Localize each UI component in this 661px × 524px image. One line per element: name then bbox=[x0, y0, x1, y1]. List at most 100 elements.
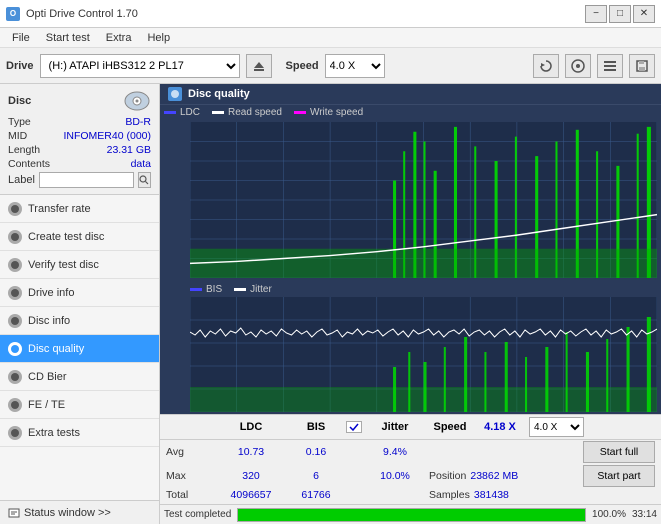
max-label: Max bbox=[166, 470, 216, 482]
mid-value: INFOMER40 (000) bbox=[63, 130, 151, 142]
max-jitter: 10.0% bbox=[365, 470, 425, 482]
contents-value: data bbox=[131, 158, 151, 170]
titlebar: O Opti Drive Control 1.70 − □ ✕ bbox=[0, 0, 661, 28]
top-legend: LDC Read speed Write speed bbox=[160, 105, 661, 120]
avg-jitter: 9.4% bbox=[365, 446, 425, 458]
position-label: Position bbox=[429, 470, 466, 482]
dq-icon bbox=[168, 87, 182, 101]
minimize-button[interactable]: − bbox=[585, 5, 607, 23]
menu-file[interactable]: File bbox=[4, 30, 38, 46]
sidebar-item-verify-test-disc[interactable]: Verify test disc bbox=[0, 251, 159, 279]
stats-header-ldc: LDC bbox=[216, 421, 286, 433]
sidebar: Disc Type BD-R MID INFOMER40 (000) Lengt… bbox=[0, 84, 160, 524]
app-icon: O bbox=[6, 7, 20, 21]
menubar: File Start test Extra Help bbox=[0, 28, 661, 48]
jitter-checkbox[interactable] bbox=[346, 421, 362, 433]
progress-bar-inner bbox=[238, 509, 585, 521]
disc-button[interactable] bbox=[565, 54, 591, 78]
write-label: Write speed bbox=[310, 107, 363, 118]
sidebar-item-transfer-rate[interactable]: Transfer rate bbox=[0, 195, 159, 223]
sidebar-item-disc-quality[interactable]: Disc quality bbox=[0, 335, 159, 363]
refresh-button[interactable] bbox=[533, 54, 559, 78]
content-area: Disc quality LDC Read speed Write speed bbox=[160, 84, 661, 524]
max-position: 23862 MB bbox=[470, 470, 518, 482]
eject-button[interactable] bbox=[246, 54, 272, 78]
disc-panel-title: Disc bbox=[8, 95, 31, 107]
total-label: Total bbox=[166, 489, 216, 501]
avg-label: Avg bbox=[166, 446, 216, 458]
label-label: Label bbox=[8, 174, 35, 186]
menu-help[interactable]: Help bbox=[139, 30, 178, 46]
titlebar-left: O Opti Drive Control 1.70 bbox=[6, 7, 138, 21]
read-label: Read speed bbox=[228, 107, 282, 118]
mid-label: MID bbox=[8, 130, 27, 142]
start-full-button[interactable]: Start full bbox=[583, 441, 655, 463]
bottom-chart-svg: 10 9 6 3 2 1 10% 8% 6% 4% 2% 0.0 bbox=[190, 297, 657, 412]
sidebar-item-fe-te[interactable]: FE / TE bbox=[0, 391, 159, 419]
close-button[interactable]: ✕ bbox=[633, 5, 655, 23]
settings-button[interactable] bbox=[597, 54, 623, 78]
progress-time: 33:14 bbox=[632, 509, 657, 520]
label-input[interactable] bbox=[39, 172, 134, 188]
stats-header-speed: Speed bbox=[425, 421, 475, 433]
titlebar-controls: − □ ✕ bbox=[585, 5, 655, 23]
status-window-label: Status window >> bbox=[24, 507, 111, 519]
sidebar-item-drive-info[interactable]: Drive info bbox=[0, 279, 159, 307]
dq-title: Disc quality bbox=[188, 88, 250, 100]
length-value: 23.31 GB bbox=[107, 144, 151, 156]
read-color-swatch bbox=[212, 111, 224, 114]
write-color-swatch bbox=[294, 111, 306, 114]
status-window-button[interactable]: Status window >> bbox=[0, 500, 159, 524]
total-samples: 381438 bbox=[474, 489, 509, 501]
stats-header-jitter: Jitter bbox=[365, 421, 425, 433]
top-chart-svg: 400 350 300 250 200 150 100 50 18X 16X 1… bbox=[190, 122, 657, 278]
bottom-legend: BIS Jitter bbox=[190, 282, 657, 297]
drive-label: Drive bbox=[6, 60, 34, 72]
sidebar-item-cd-bier[interactable]: CD Bier bbox=[0, 363, 159, 391]
menu-extra[interactable]: Extra bbox=[98, 30, 140, 46]
legend-read: Read speed bbox=[212, 107, 282, 118]
type-value: BD-R bbox=[125, 116, 151, 128]
avg-ldc: 10.73 bbox=[216, 446, 286, 458]
bis-color-swatch bbox=[190, 288, 202, 291]
label-search-button[interactable] bbox=[138, 172, 151, 188]
legend-write: Write speed bbox=[294, 107, 363, 118]
toolbar: Drive (H:) ATAPI iHBS312 2 PL17 Speed 4.… bbox=[0, 48, 661, 84]
length-label: Length bbox=[8, 144, 40, 156]
sidebar-item-extra-tests[interactable]: Extra tests bbox=[0, 419, 159, 447]
max-bis: 6 bbox=[286, 470, 346, 482]
stats-area: LDC BIS Jitter Speed 4.18 X 4.0 X Avg 10… bbox=[160, 414, 661, 504]
sidebar-item-create-test-disc[interactable]: Create test disc bbox=[0, 223, 159, 251]
max-ldc: 320 bbox=[216, 470, 286, 482]
speed-label: Speed bbox=[286, 60, 319, 72]
jitter-label: Jitter bbox=[250, 284, 272, 295]
avg-bis: 0.16 bbox=[286, 446, 346, 458]
menu-starttest[interactable]: Start test bbox=[38, 30, 98, 46]
status-text: Test completed bbox=[164, 509, 231, 520]
disc-panel: Disc Type BD-R MID INFOMER40 (000) Lengt… bbox=[0, 84, 159, 195]
sidebar-item-disc-info[interactable]: Disc info bbox=[0, 307, 159, 335]
bis-label: BIS bbox=[206, 284, 222, 295]
type-label: Type bbox=[8, 116, 31, 128]
progress-area: Test completed 100.0% 33:14 bbox=[160, 504, 661, 524]
save-button[interactable] bbox=[629, 54, 655, 78]
progress-percent: 100.0% bbox=[592, 509, 626, 520]
main-area: Disc Type BD-R MID INFOMER40 (000) Lengt… bbox=[0, 84, 661, 524]
samples-label: Samples bbox=[429, 489, 470, 501]
disc-quality-panel: Disc quality LDC Read speed Write speed bbox=[160, 84, 661, 524]
stats-speed-select[interactable]: 4.0 X bbox=[529, 417, 584, 437]
speed-selector[interactable]: 4.0 X bbox=[325, 54, 385, 78]
legend-jitter: Jitter bbox=[234, 284, 272, 295]
drive-selector[interactable]: (H:) ATAPI iHBS312 2 PL17 bbox=[40, 54, 240, 78]
contents-label: Contents bbox=[8, 158, 50, 170]
maximize-button[interactable]: □ bbox=[609, 5, 631, 23]
disc-icon bbox=[123, 90, 151, 112]
start-part-button[interactable]: Start part bbox=[583, 465, 655, 487]
total-ldc: 4096657 bbox=[216, 489, 286, 501]
stats-speed-value: 4.18 X bbox=[475, 421, 525, 433]
jitter-color-swatch bbox=[234, 288, 246, 291]
stats-header-bis: BIS bbox=[286, 421, 346, 433]
ldc-label: LDC bbox=[180, 107, 200, 118]
total-bis: 61766 bbox=[286, 489, 346, 501]
dq-header: Disc quality bbox=[160, 84, 661, 105]
